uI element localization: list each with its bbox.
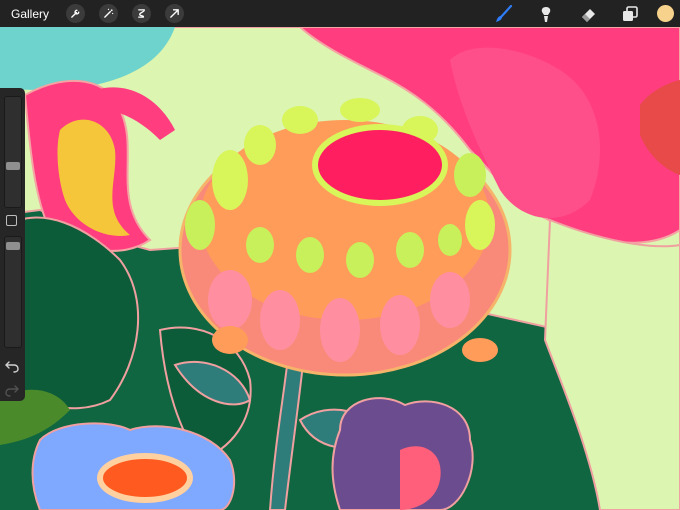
layers-button[interactable] bbox=[619, 3, 641, 25]
brush-size-handle[interactable] bbox=[6, 162, 20, 170]
brush-button[interactable] bbox=[493, 3, 515, 25]
magic-wand-icon bbox=[104, 8, 114, 18]
opacity-slider[interactable] bbox=[4, 236, 22, 348]
actions-button[interactable] bbox=[66, 4, 86, 23]
selection-icon bbox=[138, 9, 145, 18]
drawing-canvas[interactable] bbox=[0, 0, 680, 510]
redo-icon[interactable] bbox=[5, 383, 19, 397]
opacity-handle[interactable] bbox=[6, 242, 20, 250]
selection-button[interactable] bbox=[132, 4, 152, 23]
right-tools bbox=[483, 0, 680, 27]
left-sidebar bbox=[0, 88, 25, 401]
color-picker-button[interactable] bbox=[657, 5, 674, 22]
brush-size-slider[interactable] bbox=[4, 96, 22, 208]
modify-button[interactable] bbox=[6, 215, 17, 226]
eraser-icon bbox=[582, 8, 595, 22]
layers-icon bbox=[623, 5, 638, 21]
transform-arrow-icon bbox=[170, 9, 179, 18]
blue-flower-center bbox=[97, 453, 193, 503]
gallery-button[interactable]: Gallery bbox=[11, 7, 49, 21]
adjustments-button[interactable] bbox=[99, 4, 119, 23]
eraser-button[interactable] bbox=[577, 3, 599, 25]
chrysanthemum-center bbox=[312, 124, 448, 206]
smudge-button[interactable] bbox=[535, 3, 557, 25]
top-toolbar: Gallery bbox=[0, 0, 680, 27]
brush-icon bbox=[496, 4, 513, 22]
transform-button[interactable] bbox=[165, 4, 185, 23]
undo-icon[interactable] bbox=[5, 359, 19, 373]
wrench-icon bbox=[71, 9, 80, 18]
smudge-icon bbox=[541, 6, 551, 22]
